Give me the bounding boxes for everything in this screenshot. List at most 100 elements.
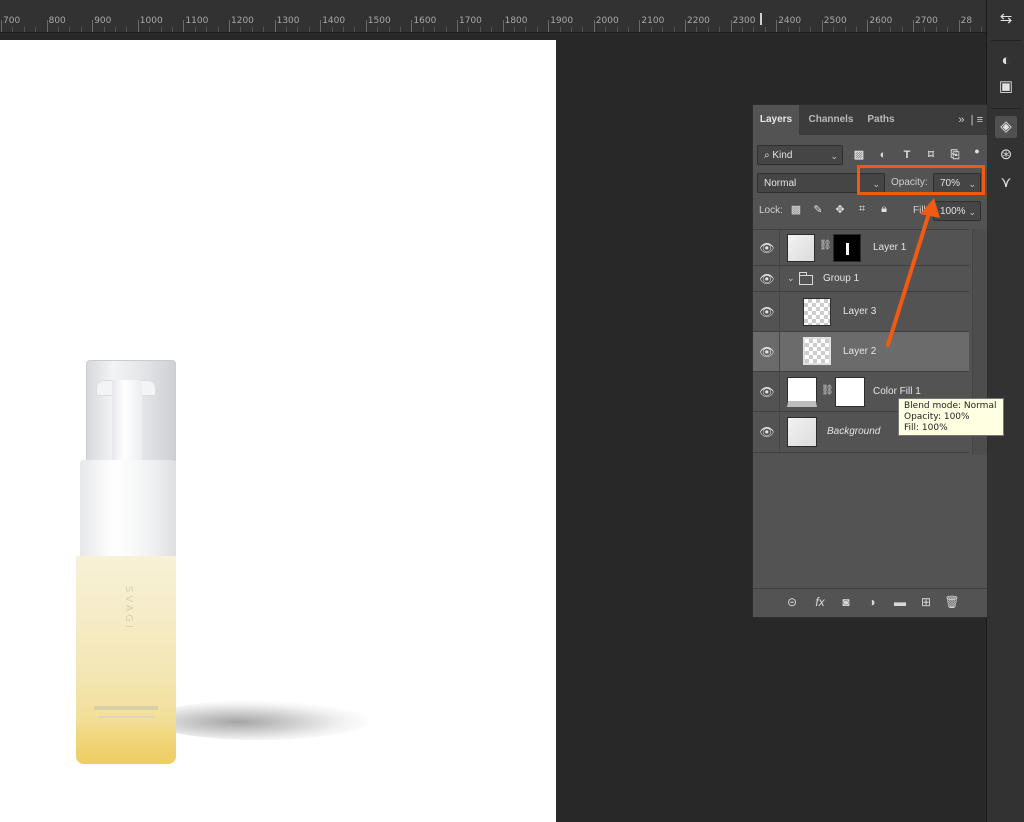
ruler-minor-tick [514, 27, 515, 32]
ruler-minor-tick [742, 27, 743, 32]
ruler-minor-tick [582, 27, 584, 32]
ruler-minor-tick [422, 27, 424, 32]
menu-icon[interactable]: ≡ [977, 114, 983, 126]
horizontal-ruler[interactable]: 700 800 900 1000 1100 1200 1300 1400 1500 1600 170… [0, 0, 986, 33]
ruler-minor-tick [673, 27, 675, 32]
visibility-eye-icon[interactable]: 👁︎ [759, 425, 775, 439]
ruler-minor-tick [354, 27, 356, 32]
adjustment-filter-icon[interactable]: ◐ [875, 145, 891, 165]
lock-label: Lock: [759, 205, 783, 216]
smart-object-filter-icon[interactable]: ⎘ [947, 145, 963, 165]
ruler-minor-tick [149, 27, 151, 32]
new-adjustment-icon[interactable]: ◑ [863, 595, 881, 609]
bottle-body: SVAGI [76, 556, 176, 764]
ruler-major-tick [548, 20, 550, 32]
add-mask-icon[interactable]: ◙ [837, 595, 855, 609]
new-group-icon[interactable]: ▬ [891, 595, 909, 609]
dock-divider [991, 40, 1021, 41]
filter-kind-dropdown[interactable]: ⌕ Kind ⌄ [757, 145, 843, 165]
layer-mask-thumbnail[interactable] [833, 234, 861, 262]
folder-icon [799, 272, 813, 285]
ruler-minor-tick [650, 27, 652, 32]
ruler-minor-tick [970, 27, 971, 32]
panel-menu-icons[interactable]: » | ≡ [958, 105, 983, 135]
ruler-label: 800 [48, 16, 66, 26]
mask-link-icon[interactable]: ⛓︎ [821, 385, 834, 396]
tab-layers[interactable]: Layers [753, 105, 799, 135]
layer-thumbnail [803, 337, 831, 365]
visibility-eye-icon[interactable]: 👁︎ [759, 305, 775, 319]
ruler-minor-tick [69, 27, 71, 32]
new-layer-icon[interactable]: ⊞ [917, 595, 935, 609]
layer-name: Layer 2 [843, 346, 877, 357]
ruler-minor-tick [833, 27, 835, 32]
panel-tabs: Layers Channels Paths » | ≡ [753, 105, 987, 135]
bottle-collar [80, 460, 176, 558]
ruler-label: 2000 [595, 16, 619, 26]
fx-icon[interactable]: fx [811, 595, 829, 609]
type-filter-icon[interactable]: T [899, 145, 915, 165]
group-expand-chevron-icon[interactable]: ⌄ [787, 273, 795, 284]
chevron-down-icon: ⌄ [968, 207, 976, 217]
layer-name: Background [827, 426, 881, 437]
ruler-major-tick [776, 20, 778, 32]
layer-row[interactable]: 👁︎ Layer 3 [753, 291, 969, 332]
layer-mask-thumbnail[interactable] [835, 377, 865, 407]
ruler-label: 1900 [550, 16, 574, 26]
lock-all-icon[interactable]: 🔒︎ [877, 203, 891, 216]
visibility-eye-icon[interactable]: 👁︎ [759, 272, 775, 286]
tab-paths[interactable]: Paths [863, 105, 899, 135]
visibility-eye-icon[interactable]: 👁︎ [759, 385, 775, 399]
ruler-minor-tick [400, 27, 401, 32]
mask-link-icon[interactable]: ⛓︎ [819, 240, 832, 251]
tab-channels[interactable]: Channels [803, 105, 859, 135]
eye-column-divider [779, 292, 780, 332]
group-row[interactable]: 👁︎ ⌄ Group 1 [753, 265, 969, 292]
pixel-filter-icon[interactable]: ▨ [851, 145, 867, 165]
ruler-minor-tick [103, 27, 105, 32]
filter-row: ⌕ Kind ⌄ ▨ ◐ T ⌑ ⎘ ● [753, 145, 987, 165]
lock-position-icon[interactable]: ✥ [833, 203, 847, 216]
history-icon[interactable]: ⇆ [995, 8, 1017, 30]
ruler-label: 1800 [504, 16, 528, 26]
ruler-minor-tick [924, 27, 926, 32]
fill-field[interactable]: 100% ⌄ [933, 201, 981, 221]
lock-image-icon[interactable]: ✎ [811, 203, 825, 216]
lock-artboard-icon[interactable]: ⌗ [855, 203, 869, 216]
ruler-minor-tick [491, 27, 493, 32]
ruler-label: 1300 [276, 16, 300, 26]
ruler-major-tick [137, 20, 139, 32]
ruler-minor-tick [251, 27, 253, 32]
ruler-minor-tick [810, 27, 812, 32]
eye-column-divider [779, 230, 780, 266]
layer-name: Layer 1 [873, 242, 907, 253]
filter-toggle-icon[interactable]: ● [969, 141, 985, 161]
layers-icon[interactable]: ◈ [995, 116, 1017, 138]
ruler-major-tick [411, 20, 413, 32]
collapse-icon[interactable]: » [958, 114, 964, 126]
ruler-minor-tick [628, 27, 629, 32]
visibility-eye-icon[interactable]: 👁︎ [759, 345, 775, 359]
ruler-cursor-marker [760, 13, 762, 25]
ruler-major-tick [730, 20, 732, 32]
lock-transparent-icon[interactable]: ▩ [789, 203, 803, 216]
fill-label: Fill: [913, 205, 929, 216]
paths-icon[interactable]: ⋎ [995, 172, 1017, 194]
link-layers-icon[interactable]: ⊝ [783, 595, 801, 609]
layer-row[interactable]: 👁︎ ⛓︎ Layer 1 [753, 229, 969, 266]
eye-column-divider [779, 372, 780, 412]
channels-icon[interactable]: ⊛ [995, 144, 1017, 166]
ruler-label: 1700 [459, 16, 482, 26]
ruler-minor-tick [23, 27, 25, 32]
ruler-major-tick [229, 20, 230, 32]
visibility-eye-icon[interactable]: 👁︎ [759, 241, 775, 255]
ruler-label: 1500 [367, 16, 391, 26]
ruler-label: 1000 [139, 16, 163, 26]
adjustment-icon[interactable]: ◐ [995, 50, 1017, 72]
ruler-major-tick [92, 20, 94, 32]
layer-row-selected[interactable]: 👁︎ Layer 2 [753, 331, 969, 372]
document-canvas[interactable]: SVAGI [0, 40, 556, 822]
shape-filter-icon[interactable]: ⌑ [923, 145, 939, 165]
libraries-icon[interactable]: ▣ [995, 76, 1017, 98]
trash-icon[interactable]: 🗑︎ [943, 595, 961, 609]
